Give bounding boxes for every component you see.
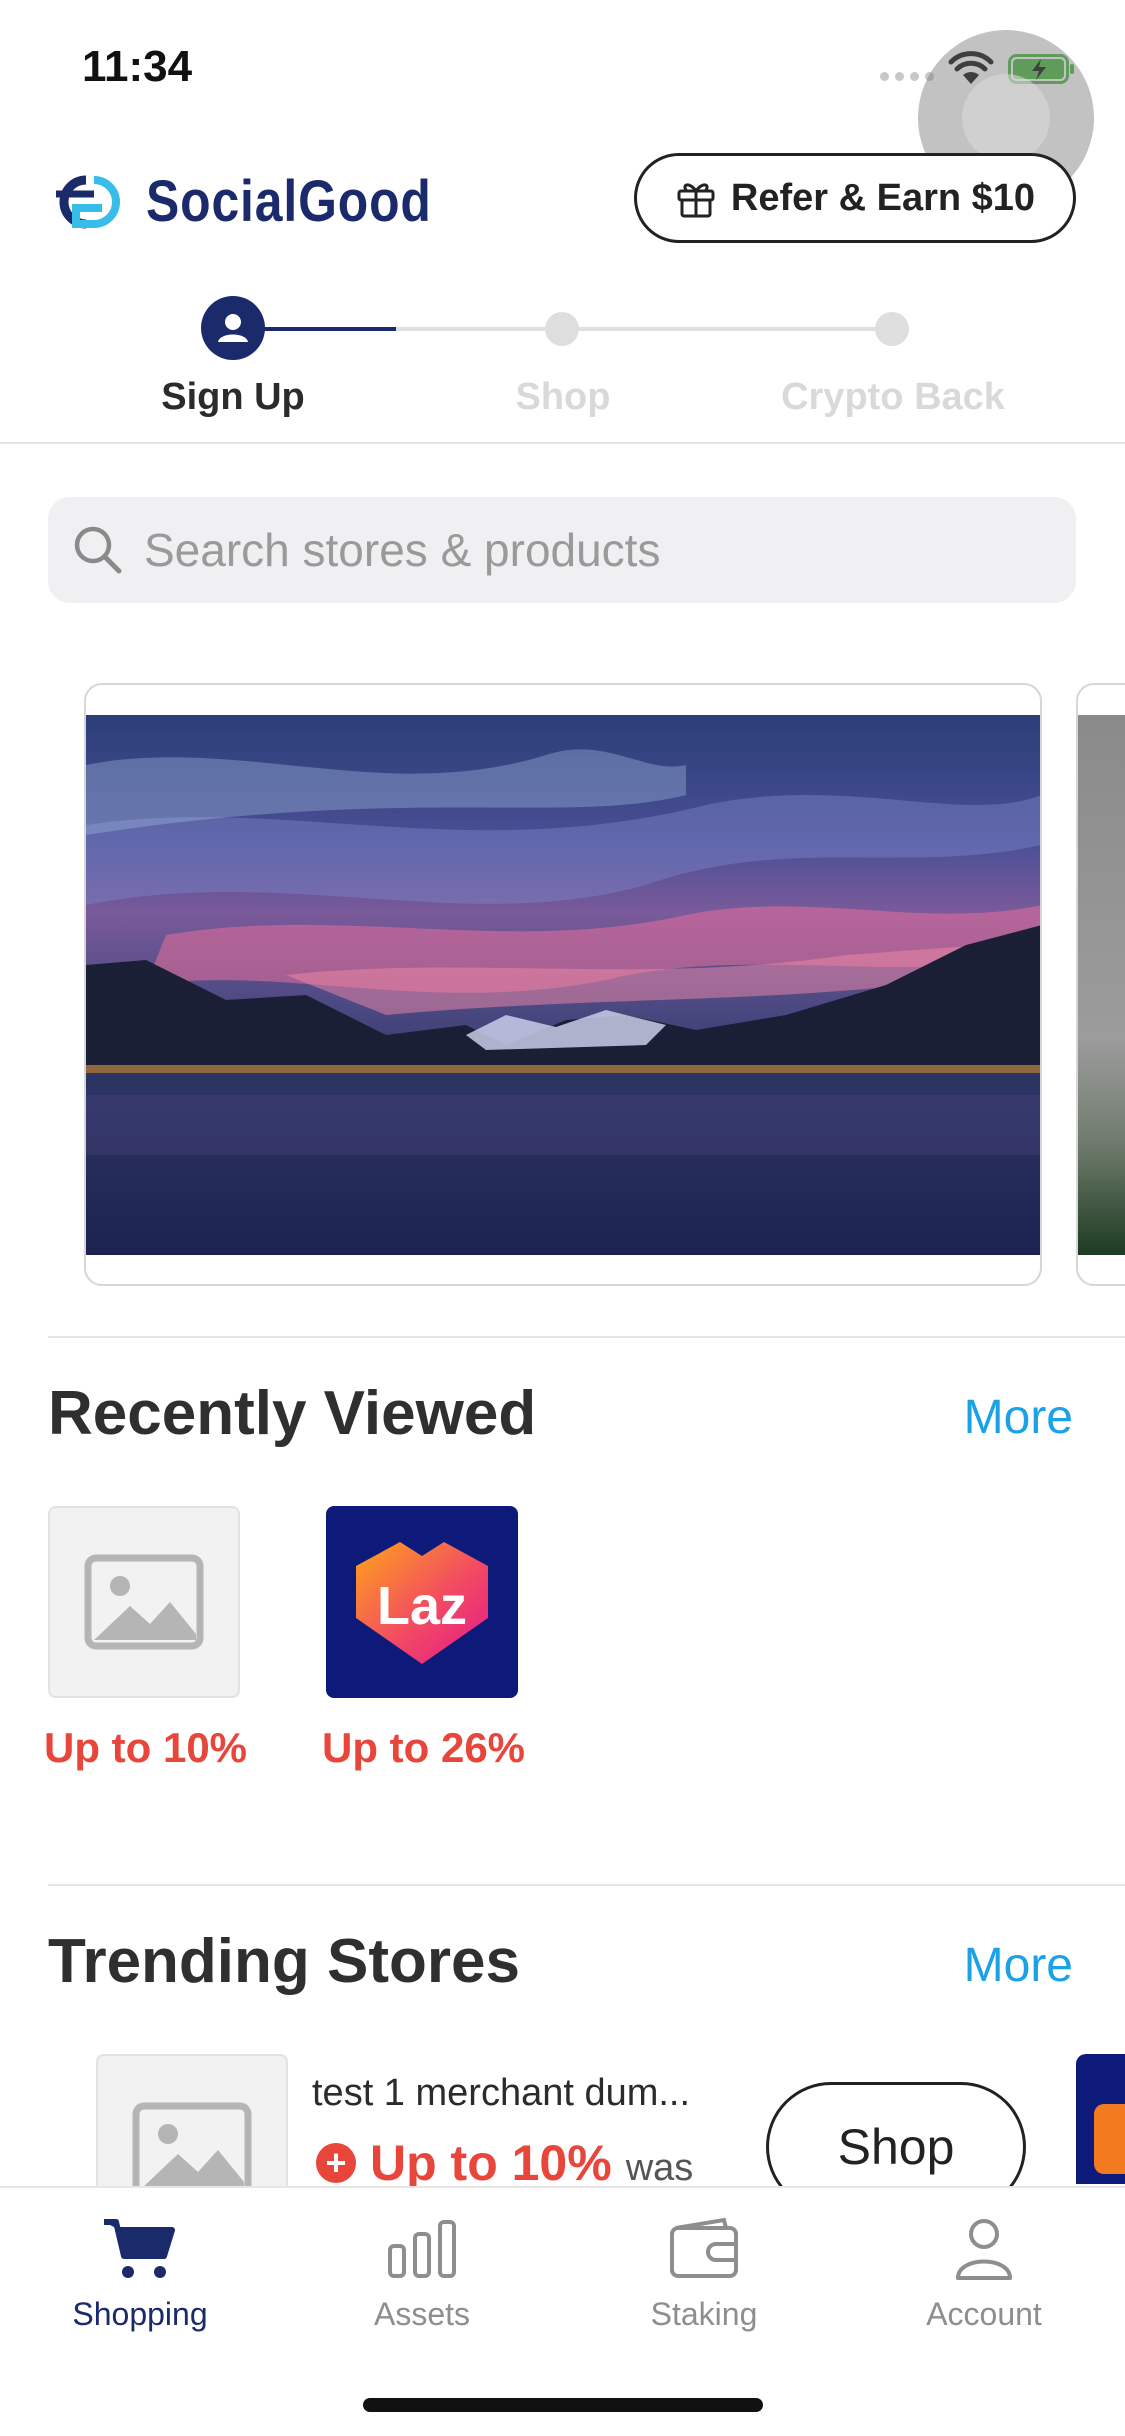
recently-viewed-title: Recently Viewed <box>48 1379 537 1448</box>
lazada-logo-text: Laz <box>377 1576 467 1636</box>
home-indicator[interactable] <box>363 2398 763 2412</box>
refer-and-earn-button[interactable]: Refer & Earn $10 <box>634 153 1076 243</box>
store-name: test 1 merchant dum... <box>312 2072 691 2114</box>
section-divider <box>48 1884 1125 1886</box>
step-crypto-back-indicator <box>875 312 909 346</box>
cart-icon <box>104 2219 175 2278</box>
lazada-logo: Laz <box>326 1506 518 1698</box>
lazada-heart-icon: Laz <box>356 1542 488 1664</box>
tab-staking-label: Staking <box>650 2296 758 2332</box>
cashback-value: Up to 10% <box>370 2135 612 2191</box>
trending-stores-more-link[interactable]: More <box>964 1938 1073 1993</box>
was-label: was <box>625 2147 694 2189</box>
search-bar[interactable] <box>48 497 1076 603</box>
step-sign-up-indicator <box>201 296 265 360</box>
recently-viewed-more-link[interactable]: More <box>964 1390 1073 1445</box>
cashback-label: Up to 26% <box>322 1724 526 1771</box>
recent-store-item[interactable]: Up to 10% <box>44 1506 248 1772</box>
store-thumbnail <box>48 1506 240 1698</box>
search-icon <box>74 526 122 574</box>
wallet-icon <box>670 2217 738 2278</box>
tab-shopping-label: Shopping <box>72 2296 208 2332</box>
next-banner-card[interactable] <box>1076 683 1125 1286</box>
step-shop-label: Shop <box>515 376 611 418</box>
image-placeholder-icon <box>84 1554 204 1650</box>
bar-chart-icon <box>388 2220 456 2278</box>
status-time: 11:34 <box>82 42 193 91</box>
recent-store-item[interactable]: Laz Up to 26% <box>322 1506 526 1772</box>
tab-account[interactable]: Account <box>864 2216 1104 2333</box>
tab-shopping[interactable]: Shopping <box>20 2216 260 2333</box>
trending-stores-title: Trending Stores <box>48 1927 520 1996</box>
tab-account-label: Account <box>926 2296 1042 2332</box>
cashback-label: Up to 10% <box>44 1724 248 1771</box>
refer-and-earn-label: Refer & Earn $10 <box>730 176 1036 219</box>
next-trending-store-thumbnail[interactable] <box>1076 2054 1125 2184</box>
section-divider <box>48 1336 1125 1338</box>
search-input[interactable] <box>144 523 1044 577</box>
step-sign-up-label: Sign Up <box>161 376 305 418</box>
tab-assets[interactable]: Assets <box>302 2216 542 2333</box>
person-icon <box>956 2219 1012 2280</box>
cashback-row: + Up to 10% was <box>316 2134 693 2192</box>
socialgood-logo-icon <box>56 175 120 228</box>
plus-icon: + <box>316 2142 356 2183</box>
step-track-line <box>396 327 892 331</box>
promo-banner-card[interactable] <box>84 683 1042 1286</box>
onboarding-stepper: Sign Up Shop Crypto Back <box>0 296 1125 444</box>
trending-store-row[interactable]: test 1 merchant dum... + Up to 10% was S… <box>96 2054 1125 2246</box>
image-placeholder-icon <box>132 2102 252 2198</box>
brand-logo: SocialGood <box>46 168 478 235</box>
gift-icon <box>677 183 715 218</box>
step-crypto-back-label: Crypto Back <box>781 376 1005 418</box>
banner-image <box>86 715 1040 1255</box>
user-icon <box>218 314 248 342</box>
brand-name: SocialGood <box>146 169 432 234</box>
status-bar: 11:34 <box>0 0 1125 206</box>
tab-assets-label: Assets <box>373 2296 471 2332</box>
step-shop-indicator <box>545 312 579 346</box>
tab-staking[interactable]: Staking <box>584 2216 824 2333</box>
